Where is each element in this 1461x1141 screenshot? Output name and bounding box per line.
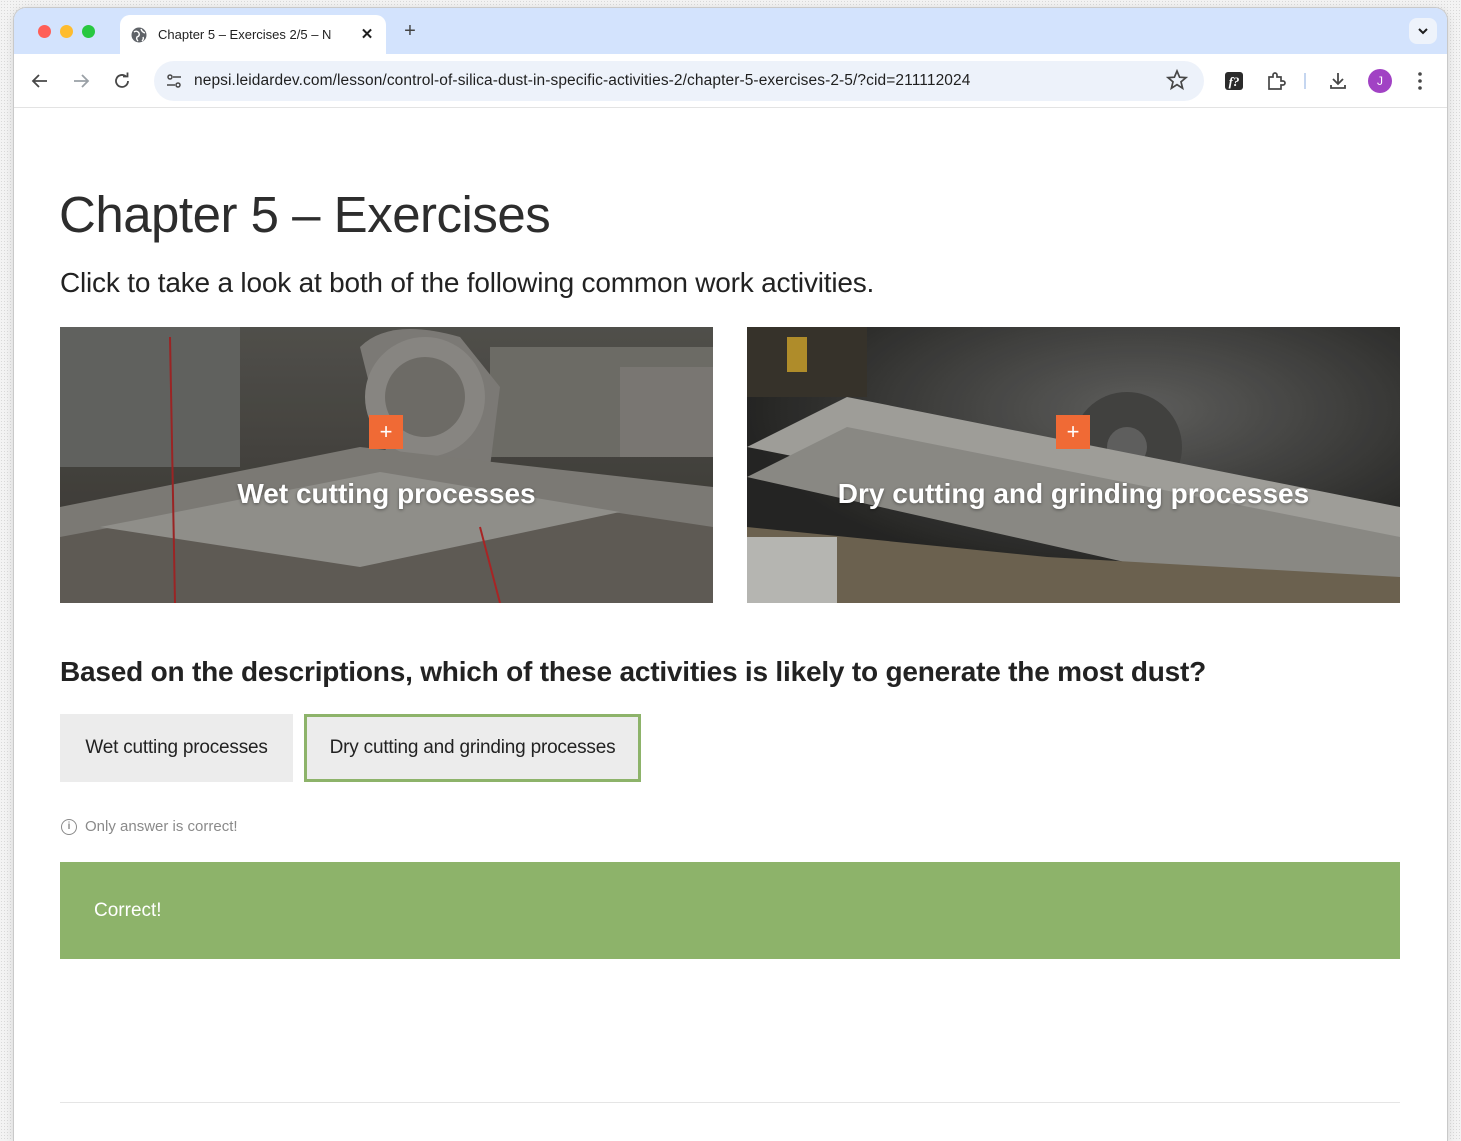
info-icon: i: [61, 818, 77, 835]
wet-cutting-image: [60, 327, 713, 603]
site-info-icon[interactable]: [162, 69, 186, 93]
dry-cutting-image: [747, 327, 1400, 603]
feedback-text: Correct!: [94, 899, 162, 921]
minimize-window-button[interactable]: [60, 25, 73, 38]
hint: i Only answer is correct!: [61, 818, 238, 835]
intro-text: Click to take a look at both of the foll…: [60, 267, 875, 298]
puzzle-icon[interactable]: [1262, 67, 1290, 95]
feedback-banner: Correct!: [60, 862, 1400, 959]
browser-window: Chapter 5 – Exercises 2/5 – N ✕ + nepsi.…: [14, 8, 1447, 1141]
reload-icon: [115, 72, 129, 88]
browser-toolbar: nepsi.leidardev.com/lesson/control-of-si…: [14, 54, 1447, 108]
avatar[interactable]: J: [1368, 69, 1392, 93]
card-label: Wet cutting processes: [237, 478, 536, 509]
close-window-button[interactable]: [38, 25, 51, 38]
active-tab[interactable]: Chapter 5 – Exercises 2/5 – N ✕: [120, 15, 386, 54]
plus-icon[interactable]: +: [1056, 415, 1090, 449]
globe-icon: [131, 27, 147, 42]
toolbar-separator: [1304, 73, 1306, 89]
tab-title: Chapter 5 – Exercises 2/5 – N: [158, 27, 332, 42]
extension-f-icon[interactable]: f?: [1220, 67, 1248, 95]
back-icon: [31, 74, 47, 88]
star-icon[interactable]: [1166, 69, 1188, 91]
forward-icon: [74, 74, 90, 88]
tab-search-button[interactable]: [1409, 18, 1437, 44]
reload-button[interactable]: [108, 67, 136, 95]
forward-button[interactable]: [67, 67, 95, 95]
card-wet-cutting[interactable]: + Wet cutting processes: [60, 327, 713, 603]
page-title: Chapter 5 – Exercises: [59, 186, 551, 243]
download-icon[interactable]: [1324, 67, 1352, 95]
address-bar[interactable]: nepsi.leidardev.com/lesson/control-of-si…: [154, 61, 1204, 101]
hint-text: Only answer is correct!: [85, 818, 238, 835]
url-text[interactable]: nepsi.leidardev.com/lesson/control-of-si…: [194, 72, 970, 90]
back-button[interactable]: [26, 67, 54, 95]
chevron-down-icon: [1418, 28, 1428, 35]
new-tab-button[interactable]: +: [400, 20, 420, 42]
answer-dry-cutting-button[interactable]: Dry cutting and grinding processes: [304, 714, 641, 782]
more-icon[interactable]: [1406, 67, 1434, 95]
card-label: Dry cutting and grinding processes: [837, 478, 1310, 509]
maximize-window-button[interactable]: [82, 25, 95, 38]
card-dry-cutting[interactable]: + Dry cutting and grinding processes: [747, 327, 1400, 603]
tab-strip: Chapter 5 – Exercises 2/5 – N ✕ +: [14, 8, 1447, 54]
page-content: Chapter 5 – Exercises Click to take a lo…: [14, 109, 1447, 1141]
divider: [60, 1102, 1400, 1103]
svg-text:f?: f?: [1229, 74, 1240, 89]
answer-wet-cutting-button[interactable]: Wet cutting processes: [60, 714, 293, 782]
plus-icon[interactable]: +: [369, 415, 403, 449]
close-icon[interactable]: ✕: [358, 26, 376, 44]
question-text: Based on the descriptions, which of thes…: [60, 656, 1207, 687]
